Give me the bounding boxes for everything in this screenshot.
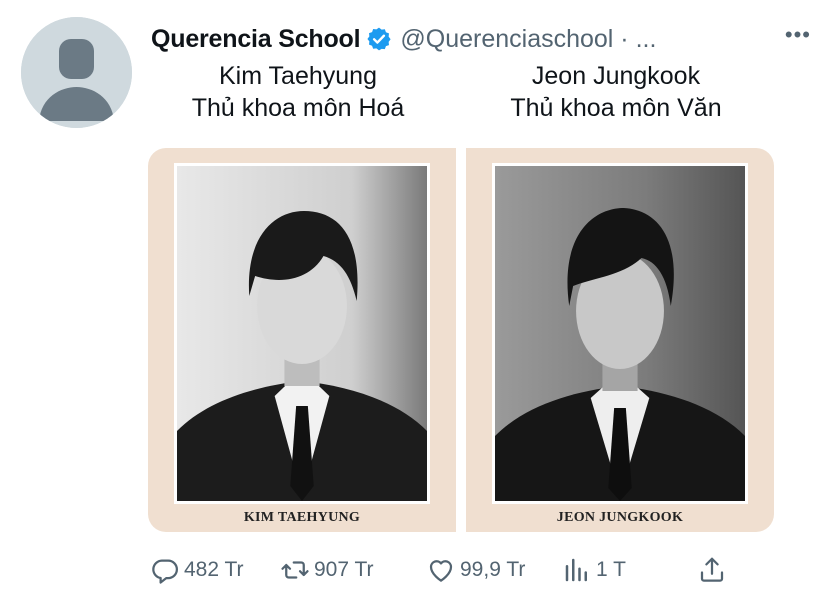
- media-card-left[interactable]: KIM TAEHYUNG: [148, 148, 456, 532]
- portrait-photo-left: [174, 163, 430, 504]
- like-button[interactable]: 99,9 Tr: [426, 555, 525, 585]
- caption-left: Kim Taehyung Thủ khoa môn Hoá: [150, 60, 446, 124]
- reply-button[interactable]: 482 Tr: [150, 555, 244, 585]
- retweet-count: 907 Tr: [314, 558, 374, 581]
- views-count: 1 T: [596, 558, 626, 581]
- avatar[interactable]: [21, 17, 132, 128]
- card-caption-right: JEON JUNGKOOK: [556, 510, 684, 525]
- share-icon: [700, 557, 724, 582]
- views-button[interactable]: 1 T: [562, 555, 626, 585]
- media-card-right[interactable]: JEON JUNGKOOK: [466, 148, 774, 532]
- tweet-header: Querencia School @Querenciaschool · ...: [151, 22, 813, 56]
- card-caption-left: KIM TAEHYUNG: [243, 510, 361, 525]
- reply-count: 482 Tr: [184, 558, 244, 581]
- retweet-icon: [281, 561, 309, 579]
- caption-left-line1: Kim Taehyung: [219, 62, 377, 90]
- author-handle[interactable]: @Querenciaschool · ...: [400, 25, 656, 54]
- caption-right: Jeon Jungkook Thủ khoa môn Văn: [468, 60, 764, 124]
- caption-left-line2: Thủ khoa môn Hoá: [191, 94, 405, 122]
- more-options-icon[interactable]: •••: [785, 22, 811, 48]
- media-grid: KIM TAEHYUNG JEON JUNGKOOK: [148, 148, 774, 532]
- portrait-image-icon: [495, 166, 745, 501]
- reply-icon: [152, 559, 178, 584]
- like-count: 99,9 Tr: [460, 558, 526, 581]
- verified-badge-icon: [366, 26, 392, 52]
- portrait-photo-right: [492, 163, 748, 504]
- portrait-image-icon: [177, 166, 427, 501]
- views-chart-icon: [565, 558, 587, 582]
- heart-icon: [429, 560, 453, 582]
- default-avatar-icon: [21, 17, 132, 128]
- author-name[interactable]: Querencia School: [151, 25, 361, 54]
- caption-right-line2: Thủ khoa môn Văn: [510, 94, 722, 122]
- retweet-button[interactable]: 907 Tr: [280, 555, 374, 585]
- share-button[interactable]: [697, 555, 731, 585]
- caption-right-line1: Jeon Jungkook: [531, 62, 701, 90]
- tweet-actions: 482 Tr 907 Tr 99,9 Tr 1 T: [150, 552, 770, 588]
